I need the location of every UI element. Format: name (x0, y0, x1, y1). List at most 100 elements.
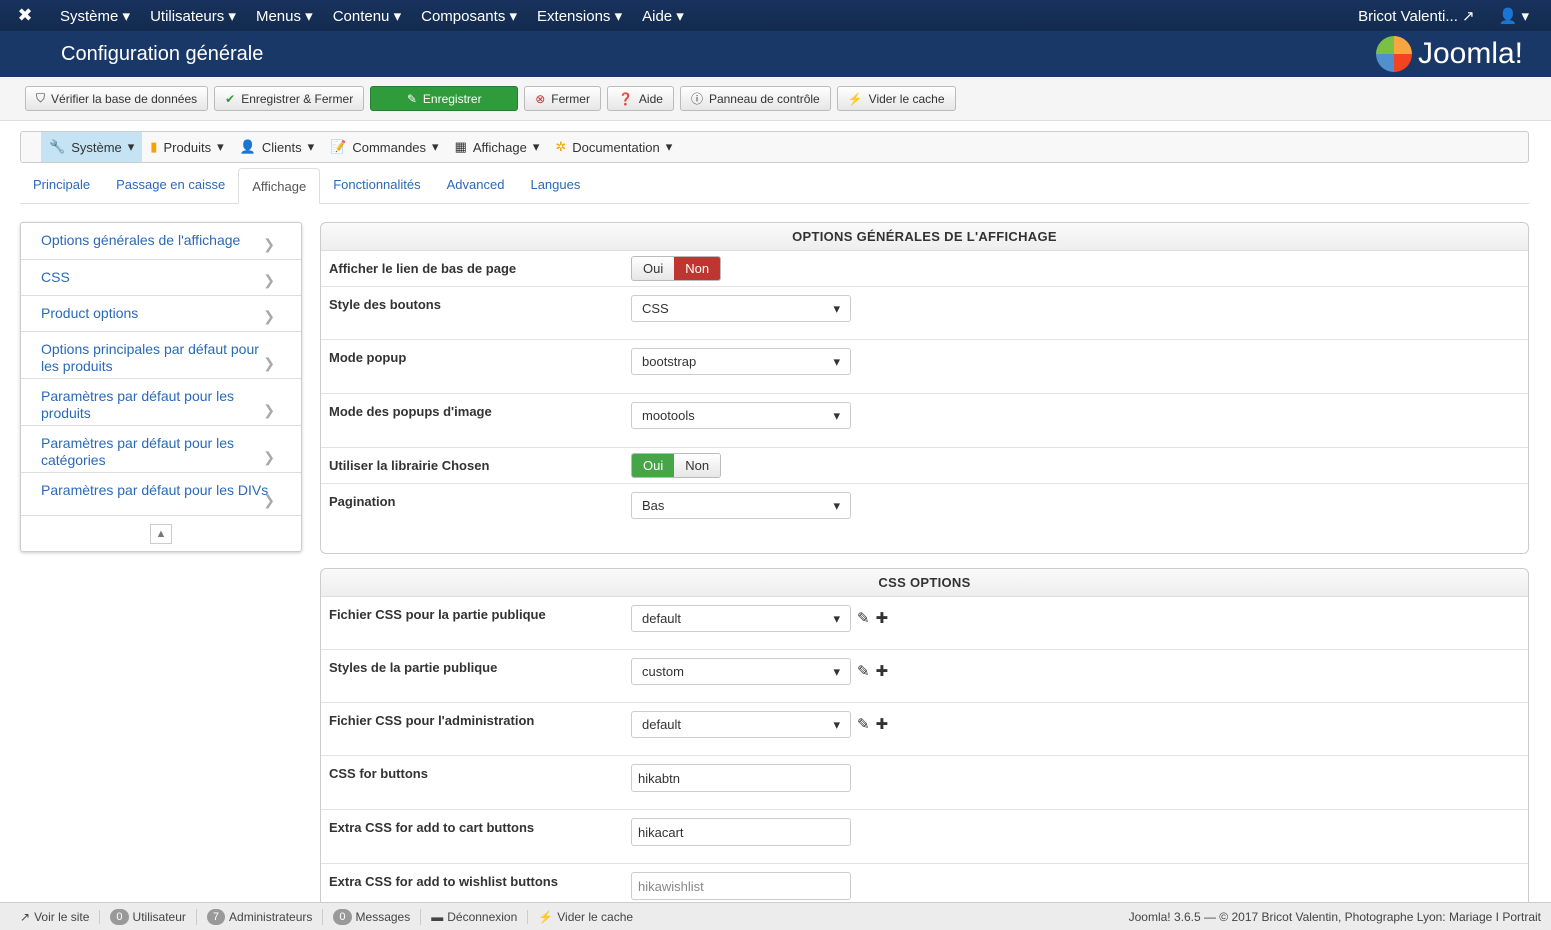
tab-checkout[interactable]: Passage en caisse (103, 167, 238, 203)
eject-icon[interactable]: ▲ (150, 523, 172, 544)
tab-principale[interactable]: Principale (20, 167, 103, 203)
front-css-select[interactable]: default ▾ (631, 605, 851, 632)
check-database-button[interactable]: ⛉ Vérifier la base de données (25, 86, 209, 111)
caret-down-icon: ▾ (833, 610, 840, 626)
user-menu[interactable]: 👤 ▾ (1499, 7, 1529, 25)
status-label: Déconnexion (447, 909, 518, 924)
menu-label: Menus (255, 7, 301, 25)
nav-label: Produits (163, 139, 212, 155)
yes-option[interactable]: Oui (632, 257, 675, 280)
image-popup-select[interactable]: mootools ▾ (631, 402, 851, 429)
section-sidebar: Options générales de l'affichage ❯ CSS ❯ P… (20, 222, 302, 552)
help-button[interactable]: ❓ Aide (606, 86, 674, 111)
sidebar-label: Paramètres par défaut pour les produits (41, 388, 234, 421)
count-badge: 0 (333, 908, 352, 925)
clear-cache-link[interactable]: ⚡ Vider le cache (528, 910, 643, 924)
panel-title: CSS OPTIONS (321, 569, 1528, 597)
setting-label: Pagination (329, 494, 396, 509)
toolbar: ⛉ Vérifier la base de données ✔ Enregistre… (0, 77, 1551, 121)
chosen-toggle[interactable]: Oui Non (631, 453, 722, 478)
hikanav-system[interactable]: 🔧 Système ▾ (41, 132, 143, 162)
css-cart-input[interactable]: hikacart (631, 818, 851, 846)
sidebar-item[interactable]: Paramètres par défaut pour les DIVs ❯ (21, 473, 301, 516)
caret-down-icon: ▾ (833, 497, 840, 513)
close-button[interactable]: ⊗ Fermer (524, 86, 601, 111)
save-close-button[interactable]: ✔ Enregistrer & Fermer (214, 86, 365, 111)
caret-down-icon: ▾ (833, 407, 840, 423)
setting-label: CSS for buttons (329, 766, 428, 781)
page-header: Configuration générale Joomla! (0, 31, 1551, 77)
menu-components[interactable]: Composants ▾ (411, 7, 527, 25)
joomla-logo-icon (1375, 36, 1412, 72)
sidebar-item[interactable]: CSS ❯ (21, 260, 301, 296)
menu-content[interactable]: Contenu ▾ (323, 7, 411, 25)
caret-down-icon: ▾ (833, 663, 840, 679)
info-icon: ⓘ (690, 92, 703, 106)
menu-help[interactable]: Aide ▾ (632, 7, 694, 25)
tools-icon: 🔧 (49, 139, 66, 154)
sidebar-item[interactable]: Options principales par défaut pour les … (21, 332, 301, 379)
edit-pencil-icon[interactable]: ✎ (857, 605, 870, 632)
logout-link[interactable]: ▬ Déconnexion (421, 909, 529, 924)
menu-extensions[interactable]: Extensions ▾ (527, 7, 632, 25)
tab-display[interactable]: Affichage (238, 168, 321, 204)
tab-languages[interactable]: Langues (517, 167, 593, 203)
clear-cache-button[interactable]: ⚡ Vider le cache (836, 86, 956, 111)
hikanav-orders[interactable]: 📝 Commandes ▾ (322, 132, 446, 162)
tab-advanced[interactable]: Advanced (434, 167, 518, 203)
hikanav-customers[interactable]: 👤 Clients ▾ (232, 132, 322, 162)
external-link-icon: ↗ (1462, 7, 1475, 25)
add-plus-icon[interactable]: ✚ (876, 658, 889, 685)
control-panel-button[interactable]: ⓘ Panneau de contrôle (679, 86, 831, 111)
messages-link[interactable]: 0 Messages (323, 908, 422, 925)
sidebar-label: Options principales par défaut pour les … (41, 341, 259, 374)
site-name: Bricot Valenti... (1358, 7, 1458, 25)
css-wishlist-input[interactable]: hikawishlist (631, 872, 851, 900)
chevron-right-icon: ❯ (263, 308, 275, 324)
sidebar-item[interactable]: Paramètres par défaut pour les produits ❯ (21, 379, 301, 426)
caret-down-icon: ▾ (833, 716, 840, 732)
save-button[interactable]: ✎ Enregistrer (370, 86, 519, 111)
button-style-select[interactable]: CSS ▾ (631, 295, 851, 322)
menu-users[interactable]: Utilisateurs ▾ (140, 7, 246, 25)
users-link[interactable]: 0 Utilisateur (100, 908, 197, 925)
css-buttons-input[interactable]: hikabtn (631, 764, 851, 792)
copyright-text: Joomla! 3.6.5 — © 2017 Bricot Valentin, … (1128, 909, 1541, 924)
setting-row: Fichier CSS pour l'administration default… (321, 703, 1528, 756)
setting-label: Extra CSS for add to cart buttons (329, 820, 535, 835)
footer-link-toggle[interactable]: Oui Non (631, 256, 722, 281)
tab-features[interactable]: Fonctionnalités (320, 167, 433, 203)
pagination-select[interactable]: Bas ▾ (631, 492, 851, 519)
menu-menus[interactable]: Menus ▾ (246, 7, 323, 25)
front-styles-select[interactable]: custom ▾ (631, 658, 851, 685)
view-site-link[interactable]: ↗ Voir le site (10, 909, 101, 924)
setting-row: Styles de la partie publique custom ▾ ✎ ✚ (321, 650, 1528, 703)
add-plus-icon[interactable]: ✚ (876, 605, 889, 632)
edit-pencil-icon[interactable]: ✎ (857, 658, 870, 685)
setting-row: Fichier CSS pour la partie publique defau… (321, 597, 1528, 650)
hikashop-menu: 🔧 Système ▾ ▮ Produits ▾ 👤 Clients ▾ 📝 Commande… (20, 131, 1529, 163)
joomla-icon[interactable]: ✖ (0, 5, 50, 26)
nav-label: Clients (261, 139, 302, 155)
hikanav-products[interactable]: ▮ Produits ▾ (142, 132, 231, 162)
admins-link[interactable]: 7 Administrateurs (197, 908, 324, 925)
no-option[interactable]: Non (674, 257, 721, 280)
site-link[interactable]: Bricot Valenti... ↗ (1358, 7, 1475, 25)
hikanav-documentation[interactable]: ✲ Documentation ▾ (547, 132, 680, 162)
no-option[interactable]: Non (674, 454, 721, 477)
sidebar-item[interactable]: Paramètres par défaut pour les catégorie… (21, 426, 301, 473)
setting-label: Styles de la partie publique (329, 660, 498, 675)
sidebar-item[interactable]: Product options ❯ (21, 296, 301, 332)
edit-pencil-icon[interactable]: ✎ (857, 711, 870, 738)
admin-css-select[interactable]: default ▾ (631, 711, 851, 738)
add-plus-icon[interactable]: ✚ (876, 711, 889, 738)
hikanav-display[interactable]: ▦ Affichage ▾ (447, 132, 548, 162)
yes-option[interactable]: Oui (632, 454, 675, 477)
popup-mode-select[interactable]: bootstrap ▾ (631, 348, 851, 375)
setting-row: Afficher le lien de bas de page Oui Non (321, 251, 1528, 287)
sidebar-label: CSS (41, 269, 70, 285)
button-label: Panneau de contrôle (708, 91, 820, 106)
status-label: Vider le cache (557, 909, 634, 924)
menu-system[interactable]: Système ▾ (50, 7, 140, 25)
sidebar-item[interactable]: Options générales de l'affichage ❯ (21, 223, 301, 260)
